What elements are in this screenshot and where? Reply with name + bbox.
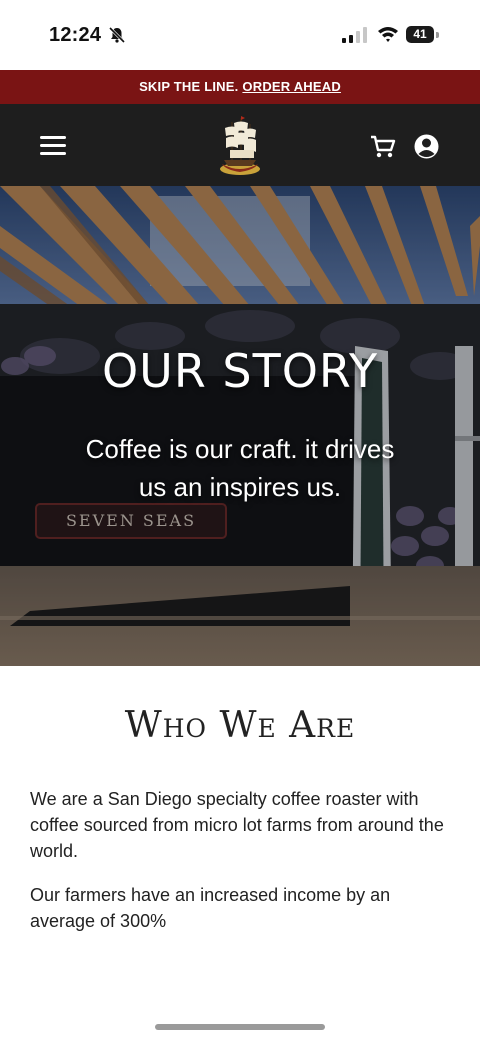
battery-icon: 41 <box>406 26 440 44</box>
status-bar: 12:24 41 <box>0 0 480 70</box>
cart-icon[interactable] <box>370 134 396 160</box>
promo-banner: SKIP THE LINE. ORDER AHEAD <box>0 70 480 104</box>
ship-logo[interactable] <box>214 114 266 178</box>
status-time: 12:24 <box>49 24 102 46</box>
battery-level: 41 <box>406 26 434 43</box>
hero-banner: SEVEN SEAS OUR STORY Coffee is our craft… <box>0 186 480 666</box>
about-paragraph-1: We are a San Diego specialty coffee roas… <box>30 789 444 861</box>
signal-icon <box>342 27 367 43</box>
hero-background-image: SEVEN SEAS <box>0 186 480 666</box>
order-ahead-link[interactable]: ORDER AHEAD <box>242 79 341 94</box>
wifi-icon <box>378 27 398 42</box>
hero-title: OUR STORY <box>101 344 379 398</box>
home-indicator[interactable] <box>155 1024 325 1030</box>
menu-button[interactable] <box>40 135 66 157</box>
site-header <box>0 104 480 186</box>
hero-subtitle: Coffee is our craft. it drives us an ins… <box>85 434 395 502</box>
promo-text: SKIP THE LINE. <box>139 79 239 94</box>
user-circle-icon[interactable] <box>413 133 440 160</box>
about-paragraph-2: Our farmers have an increased income by … <box>30 885 391 931</box>
bell-muted-icon <box>108 26 126 44</box>
section-title: Who We Are <box>124 705 356 746</box>
